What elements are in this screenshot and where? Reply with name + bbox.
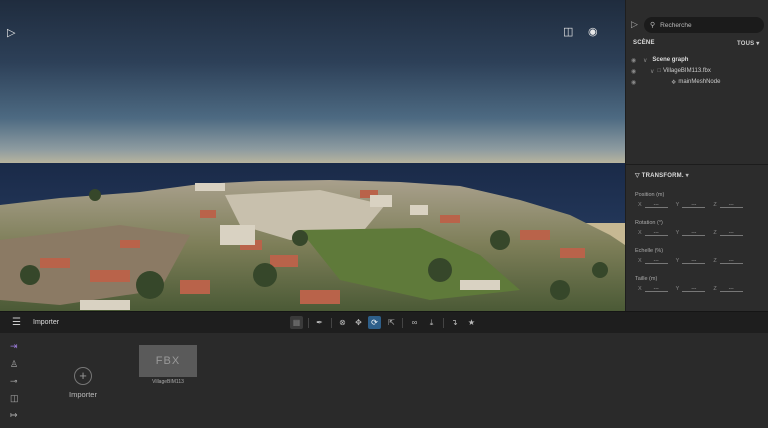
dropdown-icon: ▾	[685, 173, 689, 179]
toolbar-separator	[443, 318, 444, 328]
folder-icon: □	[657, 68, 662, 74]
import-icon[interactable]: ⇥	[10, 341, 18, 352]
toolbar-separator	[402, 318, 403, 328]
grid-icon[interactable]: ▦	[290, 316, 303, 329]
rotation-z-input[interactable]: ---	[719, 230, 743, 236]
scale-x-input[interactable]: ---	[644, 258, 668, 264]
scene-panel: ▷ ⚲ SCÈNE TOUS ▾ ◉ ∨ Scene graph ◉ ∨ □ V…	[625, 0, 768, 311]
chevron-down-icon: ▾	[756, 41, 760, 47]
panel-icon[interactable]: ◫	[563, 27, 573, 38]
size-z-input[interactable]: ---	[719, 286, 743, 292]
axis-z-label: Z	[713, 230, 717, 236]
panel-icon[interactable]: ◫	[10, 393, 19, 404]
position-fields: X --- Y --- Z ---	[638, 202, 743, 208]
asset-tile[interactable]: FBX VillageBIM113	[139, 345, 197, 385]
bottom-toolbar: ☰ Importer ▦ ✒ ⊗ ✥ ⟳ ⇱ ∞ ⤓ ↴ ★	[0, 311, 768, 333]
position-x-input[interactable]: ---	[644, 202, 668, 208]
eyedropper-icon[interactable]: ✒	[313, 316, 326, 329]
eye-icon[interactable]: ◉	[631, 79, 643, 86]
chevron-down-icon[interactable]: ∨	[650, 68, 654, 75]
axis-y-label: Y	[675, 202, 680, 208]
eye-icon[interactable]: ◉	[588, 27, 598, 38]
viewport-3d[interactable]: ▷ ◫ ◉	[0, 0, 625, 311]
tree-item-label: Scene graph	[652, 57, 689, 63]
scale-label: Echelle (%)	[635, 248, 664, 254]
importer-button[interactable]: + Importer	[64, 367, 102, 399]
transform-label: TRANSFORM.	[641, 173, 684, 179]
rotation-x-input[interactable]: ---	[644, 230, 668, 236]
size-x-input[interactable]: ---	[644, 286, 668, 292]
axis-y-label: Y	[675, 286, 680, 292]
chevron-down-icon[interactable]: ∨	[643, 57, 647, 64]
asset-name: VillageBIM113	[152, 379, 184, 385]
axis-icon[interactable]: ↴	[448, 316, 461, 329]
position-y-input[interactable]: ---	[682, 202, 706, 208]
toolbar-title: Importer	[33, 319, 60, 326]
filter-label: TOUS	[737, 41, 755, 47]
rotation-y-input[interactable]: ---	[682, 230, 706, 236]
importer-label: Importer	[69, 390, 97, 399]
axis-z-label: Z	[713, 286, 717, 292]
mesh-icon: ❖	[671, 79, 677, 86]
axis-y-label: Y	[675, 258, 680, 264]
hamburger-icon[interactable]: ☰	[12, 317, 21, 328]
scale-fields: X --- Y --- Z ---	[638, 258, 743, 264]
move-icon[interactable]: ✥	[352, 316, 365, 329]
tree-item-mesh[interactable]: ◉ ❖ mainMeshNode	[631, 77, 766, 87]
toolbar-separator	[308, 318, 309, 328]
size-y-input[interactable]: ---	[682, 286, 706, 292]
asset-browser: ⇥ ♙ ⊸ ◫ ↦ + Importer FBX VillageBIM113	[0, 333, 768, 428]
filter-dropdown[interactable]: TOUS ▾	[737, 40, 759, 47]
axis-x-label: X	[638, 258, 642, 264]
rotation-label: Rotation (°)	[635, 220, 663, 226]
terrain-scene	[0, 180, 625, 311]
axis-z-label: Z	[713, 258, 717, 264]
scene-header: SCÈNE	[633, 40, 655, 46]
users-icon[interactable]: ♙	[10, 359, 18, 370]
axis-z-label: Z	[713, 202, 717, 208]
axis-x-label: X	[638, 286, 642, 292]
axis-x-label: X	[638, 202, 642, 208]
axis-x-label: X	[638, 230, 642, 236]
plus-icon: +	[74, 367, 92, 385]
search-box[interactable]: ⚲	[644, 17, 764, 33]
rotate-icon[interactable]: ⟳	[368, 316, 381, 329]
tree-item-fbx[interactable]: ◉ ∨ □ VillageBIM113.fbx	[631, 66, 766, 76]
eye-icon[interactable]: ◉	[631, 57, 643, 64]
panel-divider	[626, 164, 768, 165]
size-fields: X --- Y --- Z ---	[638, 286, 743, 292]
transform-header[interactable]: ▽ TRANSFORM. ▾	[635, 172, 689, 179]
size-label: Taille (m)	[635, 276, 658, 282]
rotation-fields: X --- Y --- Z ---	[638, 230, 743, 236]
tree-item-label: mainMeshNode	[678, 79, 721, 85]
panel-play-icon[interactable]: ▷	[631, 19, 638, 30]
connection-icon[interactable]: ⊸	[10, 376, 18, 387]
search-input[interactable]	[660, 21, 751, 29]
scale-y-input[interactable]: ---	[682, 258, 706, 264]
link-icon[interactable]: ∞	[408, 316, 421, 329]
chevron-down-icon: ▽	[635, 173, 640, 179]
download-icon[interactable]: ⤓	[425, 316, 438, 329]
position-label: Position (m)	[635, 192, 665, 198]
asset-thumbnail: FBX	[139, 345, 197, 377]
play-icon[interactable]: ▷	[7, 28, 15, 39]
position-z-input[interactable]: ---	[719, 202, 743, 208]
axis-y-label: Y	[675, 230, 680, 236]
eye-icon[interactable]: ◉	[631, 68, 643, 75]
search-icon: ⚲	[650, 22, 656, 29]
app-window: ▷ ◫ ◉ ▷ ⚲ SCÈNE TOUS ▾ ◉ ∨ Scene graph ◉…	[0, 0, 768, 428]
tree-item-label: VillageBIM113.fbx	[663, 68, 711, 74]
scale-icon[interactable]: ⇱	[385, 316, 398, 329]
nodes-icon[interactable]: ★	[465, 316, 478, 329]
export-icon[interactable]: ↦	[10, 410, 18, 421]
tree-item-scene-graph[interactable]: ◉ ∨ Scene graph	[631, 55, 766, 65]
toolbar-separator	[331, 318, 332, 328]
scale-z-input[interactable]: ---	[719, 258, 743, 264]
close-circle-icon[interactable]: ⊗	[336, 316, 349, 329]
